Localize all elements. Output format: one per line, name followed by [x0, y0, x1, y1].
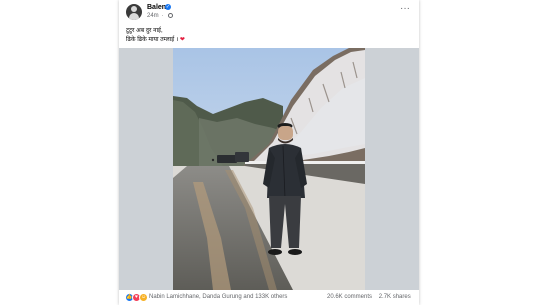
post-time[interactable]: 24m — [147, 13, 159, 19]
more-options-button[interactable]: ··· — [400, 4, 410, 14]
post-media[interactable] — [119, 48, 419, 290]
post-meta: 24m · — [147, 13, 174, 19]
post-footer: 👍 ♥ ☺ Nabin Lamichhane, Danda Gurung and… — [119, 290, 419, 305]
caption-text: ढिके ढिके माया तम्लाई । — [126, 37, 179, 43]
reaction-icons[interactable]: 👍 ♥ ☺ — [125, 293, 149, 302]
author-name[interactable]: Balen — [147, 4, 166, 11]
verified-badge-icon: ✓ — [165, 4, 171, 10]
globe-icon — [168, 13, 174, 18]
reactors-summary[interactable]: Nabin Lamichhane, Danda Gurung and 133K … — [149, 294, 287, 300]
shares-count[interactable]: 2.7K shares — [379, 294, 411, 300]
post-photo[interactable] — [173, 48, 365, 290]
post-header: Balen ✓ 24m · ··· — [119, 0, 419, 26]
caption-line: टुटुर अब दुर नाई, — [126, 28, 163, 34]
author-avatar[interactable] — [126, 4, 142, 20]
comments-count[interactable]: 20.6K comments — [327, 294, 372, 300]
heart-icon: ❤ — [179, 37, 185, 43]
facebook-post: Balen ✓ 24m · ··· टुटुर अब दुर नाई, ढिके… — [119, 0, 419, 305]
care-icon: ☺ — [139, 293, 148, 302]
caption-line: ढिके ढिके माया तम्लाई । ❤ — [126, 36, 185, 45]
post-caption: टुटुर अब दुर नाई, ढिके ढिके माया तम्लाई … — [126, 27, 185, 45]
engagement-counts: 20.6K comments 2.7K shares — [327, 294, 411, 300]
